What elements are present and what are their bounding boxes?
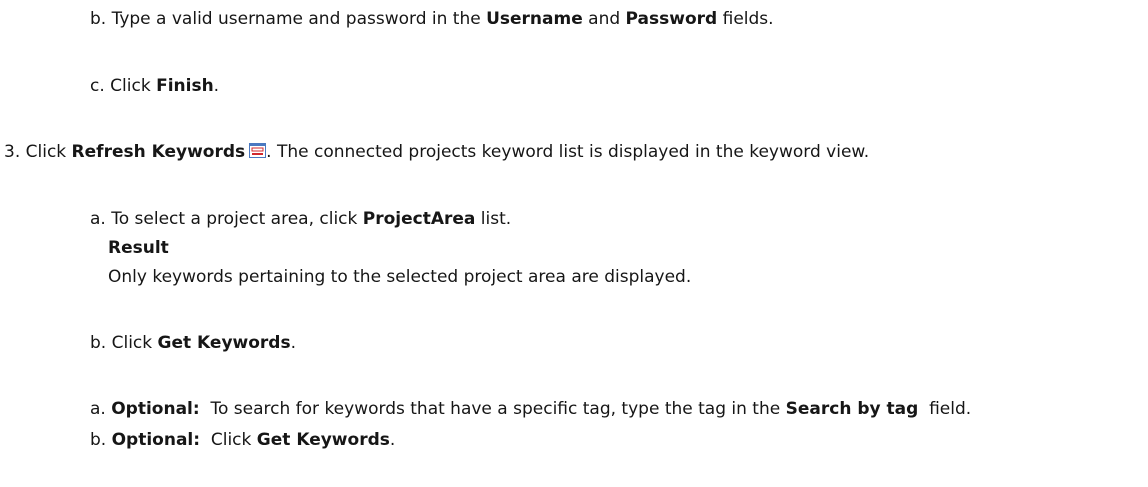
result-label: Result [108, 238, 169, 258]
step-b-type-credentials: b. Type a valid username and password in… [90, 9, 774, 29]
optional-label: Optional: [111, 430, 201, 450]
step-a-optional-search-tag: a. Optional: To search for keywords that… [90, 399, 972, 419]
refresh-keywords-term: Refresh Keywords [71, 142, 246, 162]
optional-label: Optional: [111, 399, 200, 419]
step-a-select-project-area: a. To select a project area, click Proje… [90, 209, 512, 229]
finish-term: Finish [156, 76, 214, 96]
username-term: Username [486, 9, 583, 29]
step-b-get-keywords: b. Click Get Keywords. [90, 333, 296, 353]
search-by-tag-term: Search by tag [785, 399, 919, 419]
step-b-optional-get-keywords: b. Optional: Click Get Keywords. [90, 430, 396, 450]
get-keywords-term: Get Keywords [256, 430, 390, 450]
projectarea-term: ProjectArea [362, 209, 476, 229]
get-keywords-term: Get Keywords [157, 333, 291, 353]
refresh-keywords-icon [249, 142, 267, 158]
step-3-refresh-keywords: 3. Click Refresh Keywords. The connected… [4, 142, 870, 162]
password-term: Password [625, 9, 718, 29]
step-c-click-finish: c. Click Finish. [90, 76, 220, 96]
result-text: Only keywords pertaining to the selected… [108, 267, 692, 287]
